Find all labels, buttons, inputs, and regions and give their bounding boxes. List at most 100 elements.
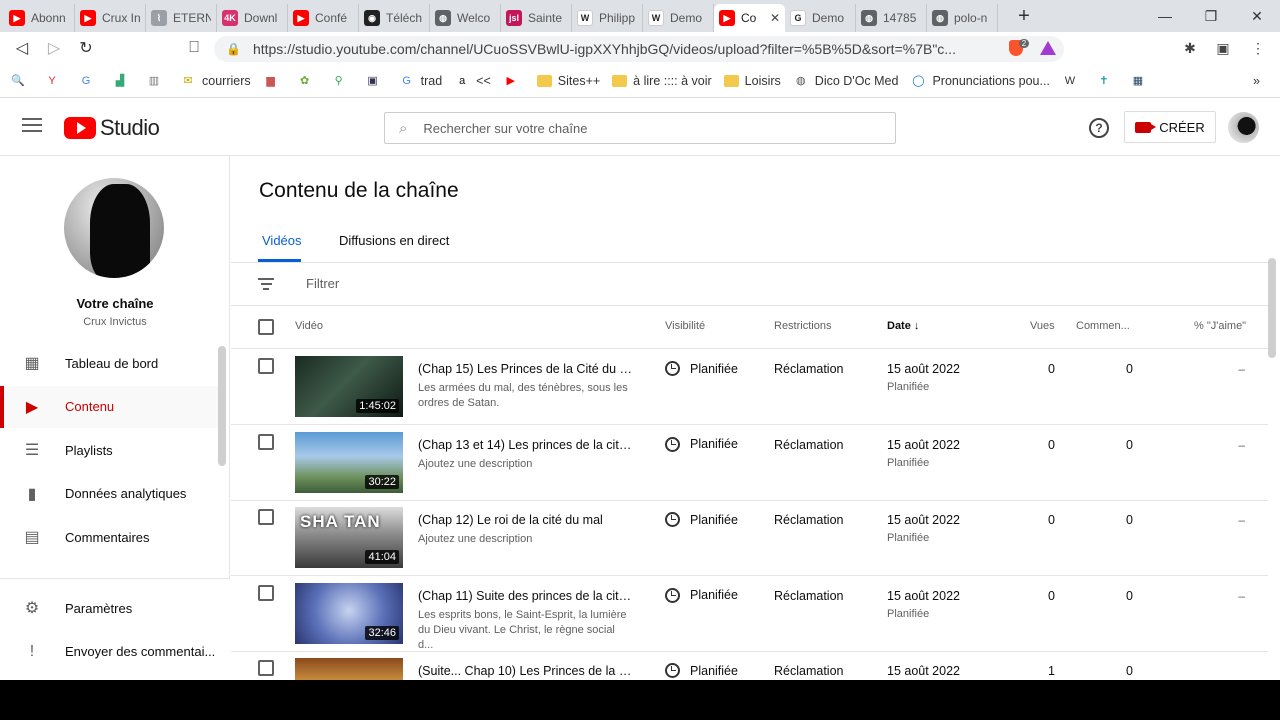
bookmark-item[interactable]: Sites++ — [536, 74, 600, 88]
restore-icon[interactable]: ❐ — [1188, 0, 1234, 32]
filter-input[interactable]: Filtrer — [306, 276, 339, 291]
sidebar-item-dashboard[interactable]: ▦ Tableau de bord — [0, 342, 218, 384]
wallet-icon[interactable]: ▣ — [1211, 32, 1235, 64]
filter-icon[interactable] — [258, 278, 274, 293]
bookmark-item[interactable]: ▆ — [263, 73, 285, 89]
video-title[interactable]: (Chap 15) Les Princes de la Cité du Mal — [418, 362, 633, 376]
studio-logo[interactable]: Studio — [64, 115, 160, 141]
visibility-cell[interactable]: Planifiée — [665, 587, 738, 603]
video-thumbnail[interactable]: SHA TAN 41:04 — [295, 507, 403, 569]
row-checkbox[interactable] — [258, 660, 274, 677]
browser-tab[interactable]: 4K Downl — [217, 4, 288, 32]
visibility-cell[interactable]: Planifiée — [665, 512, 738, 528]
browser-tab[interactable]: ◍ Welco — [430, 4, 501, 32]
restriction-cell[interactable]: Réclamation — [774, 513, 843, 527]
visibility-cell[interactable]: Planifiée — [665, 436, 738, 452]
menu-icon[interactable]: ⋮ — [1246, 32, 1270, 64]
column-likes[interactable]: % "J'aime" — [1194, 320, 1246, 332]
bookmark-item[interactable]: a << — [454, 73, 491, 89]
select-all-checkbox[interactable] — [258, 319, 274, 335]
column-visibility[interactable]: Visibilité — [665, 320, 705, 332]
sidebar-item-analytics[interactable]: ▮ Données analytiques — [0, 473, 218, 515]
bookmark-item[interactable]: ▟ — [112, 73, 134, 89]
video-thumbnail[interactable] — [295, 658, 403, 680]
column-restrictions[interactable]: Restrictions — [774, 320, 831, 332]
column-comments[interactable]: Commen... — [1076, 320, 1130, 332]
browser-tab[interactable]: ▶ Crux In — [75, 4, 146, 32]
bookmark-item[interactable]: W — [1062, 73, 1084, 89]
table-row[interactable]: (Suite... Chap 10) Les Princes de la Cit… — [231, 651, 1268, 680]
bookmarks-more-icon[interactable]: » — [1253, 74, 1260, 88]
column-views[interactable]: Vues — [1030, 320, 1055, 332]
bookmark-page-icon[interactable]: ⎕ — [178, 32, 210, 64]
sidebar-item-comments[interactable]: ▤ Commentaires — [0, 516, 218, 558]
visibility-cell[interactable]: Planifiée — [665, 361, 738, 376]
browser-tab[interactable]: ◉ Téléch — [359, 4, 430, 32]
bookmark-item[interactable]: ▥ — [146, 73, 168, 89]
table-row[interactable]: SHA TAN 41:04 (Chap 12) Le roi de la cité … — [231, 500, 1268, 577]
help-icon[interactable]: ? — [1089, 118, 1109, 138]
bookmark-item[interactable]: G — [78, 73, 100, 89]
sidebar-item-content[interactable]: ▶ Contenu — [0, 385, 218, 428]
browser-tab[interactable]: ⌇ ETERN — [146, 4, 217, 32]
bookmark-item[interactable]: ✉ courriers — [180, 73, 250, 89]
channel-search-input[interactable]: ⌕ Rechercher sur votre chaîne — [384, 112, 896, 144]
bookmark-item[interactable]: Gtrad — [399, 73, 442, 89]
browser-tab[interactable]: ◍ 14785 — [856, 4, 927, 32]
bookmark-item[interactable]: ◍ Dico D'Oc Med — [793, 73, 898, 89]
bookmark-item[interactable]: Y — [44, 73, 66, 89]
hamburger-menu-icon[interactable] — [22, 118, 42, 134]
account-avatar[interactable] — [1228, 112, 1259, 143]
main-scrollbar[interactable] — [1268, 258, 1276, 358]
table-row[interactable]: 32:46 (Chap 11) Suite des princes de la c… — [231, 576, 1268, 652]
browser-tab[interactable]: ▶ Abonn — [4, 4, 75, 32]
sidebar-scrollbar[interactable] — [218, 346, 226, 466]
bookmark-item[interactable]: ▣ — [365, 73, 387, 89]
browser-tab[interactable]: G Demo — [785, 4, 856, 32]
browser-tab[interactable]: ◍ polo-n — [927, 4, 998, 32]
video-title[interactable]: (Suite... Chap 10) Les Princes de la Cit… — [418, 664, 633, 678]
back-icon[interactable]: ◁ — [6, 32, 38, 64]
browser-tab[interactable]: ▶ Co ✕ — [714, 4, 785, 32]
bookmark-item[interactable]: Loisirs — [723, 74, 781, 88]
bookmark-item[interactable]: ▦ — [1130, 73, 1152, 89]
table-row[interactable]: 1:45:02 (Chap 15) Les Princes de la Cité … — [231, 349, 1268, 425]
restriction-cell[interactable]: Réclamation — [774, 438, 843, 452]
row-checkbox[interactable] — [258, 584, 274, 601]
browser-tab[interactable]: jsl Sainte — [501, 4, 572, 32]
bookmark-item[interactable]: à lire :::: à voir — [612, 74, 712, 88]
video-title[interactable]: (Chap 11) Suite des princes de la cité d… — [418, 589, 633, 603]
sidebar-item-settings[interactable]: ⚙ Paramètres — [0, 587, 218, 629]
table-row[interactable]: 30:22 (Chap 13 et 14) Les princes de la c… — [231, 425, 1268, 501]
video-thumbnail[interactable]: 1:45:02 — [295, 356, 403, 417]
video-title[interactable]: (Chap 13 et 14) Les princes de la cité d… — [418, 438, 633, 452]
sidebar-item-feedback[interactable]: ! Envoyer des commentai... — [0, 631, 218, 673]
row-checkbox[interactable] — [258, 358, 274, 374]
create-button[interactable]: CRÉER — [1124, 111, 1216, 143]
bookmark-item[interactable]: 🔍 — [10, 73, 32, 89]
tab-live[interactable]: Diffusions en direct — [339, 233, 449, 248]
bookmark-item[interactable]: ⚲ — [331, 73, 353, 89]
visibility-cell[interactable]: Planifiée — [665, 663, 738, 679]
restriction-cell[interactable]: Réclamation — [774, 664, 843, 678]
brave-rewards-icon[interactable] — [1036, 32, 1060, 64]
bookmark-item[interactable]: ✿ — [297, 73, 319, 89]
reload-icon[interactable]: ↻ — [70, 32, 102, 64]
browser-tab[interactable]: ▶ Confé — [288, 4, 359, 32]
close-tab-icon[interactable]: ✕ — [770, 11, 780, 25]
video-thumbnail[interactable]: 32:46 — [295, 582, 403, 644]
browser-tab[interactable]: W Philipp — [572, 4, 643, 32]
sidebar-item-playlist[interactable]: ☰ Playlists — [0, 429, 218, 471]
row-checkbox[interactable] — [258, 433, 274, 450]
bookmark-item[interactable]: ▶ — [503, 73, 525, 89]
video-title[interactable]: (Chap 12) Le roi de la cité du mal — [418, 513, 633, 527]
brave-shield-icon[interactable]: 2 — [1004, 32, 1034, 64]
video-thumbnail[interactable]: 30:22 — [295, 431, 403, 493]
bookmark-item[interactable]: ✝ — [1096, 73, 1118, 89]
close-window-icon[interactable]: ✕ — [1234, 0, 1280, 32]
browser-tab[interactable]: W Demo — [643, 4, 714, 32]
column-date[interactable]: Date ↓ — [887, 320, 919, 332]
channel-avatar[interactable] — [64, 178, 164, 278]
restriction-cell[interactable]: Réclamation — [774, 362, 843, 376]
extensions-icon[interactable]: ✱ — [1178, 32, 1202, 64]
